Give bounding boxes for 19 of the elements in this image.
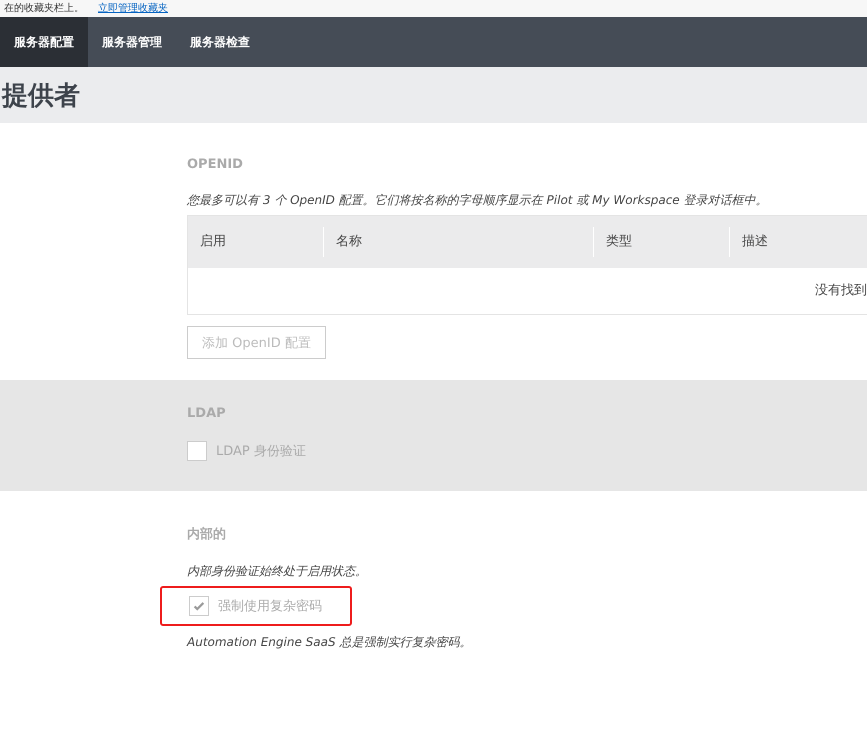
- nav-tab[interactable]: 服务器检查: [176, 17, 264, 67]
- note-text: Automation Engine SaaS 总是强制实行复杂密码。: [187, 634, 472, 651]
- nav-tab[interactable]: 服务器管理: [88, 17, 176, 67]
- checkbox-label: 强制使用复杂密码: [218, 598, 322, 615]
- page-title: 提供者: [0, 80, 80, 112]
- checkbox-label: LDAP 身份验证: [216, 443, 306, 460]
- column-header: 启用: [199, 233, 227, 251]
- empty-message: 没有找到: [814, 282, 867, 300]
- column-header: 类型: [593, 227, 729, 257]
- column-header: 描述: [729, 227, 867, 257]
- notice-text: 在的收藏夹栏上。: [4, 2, 84, 16]
- section-title: 内部的: [187, 526, 227, 543]
- section-title: OPENID: [187, 157, 244, 172]
- section-description: 内部身份验证始终处于启用状态。: [187, 563, 368, 580]
- section-title: LDAP: [187, 406, 227, 421]
- section-description: 您最多可以有 3 个 OpenID 配置。它们将按名称的字母顺序显示在 Pilot 或 My Workspace 登录对话框中。: [187, 192, 768, 209]
- column-header: 名称: [323, 227, 593, 257]
- manage-favorites-link[interactable]: 立即管理收藏夹: [98, 0, 168, 17]
- nav-tab[interactable]: 服务器配置: [0, 17, 88, 67]
